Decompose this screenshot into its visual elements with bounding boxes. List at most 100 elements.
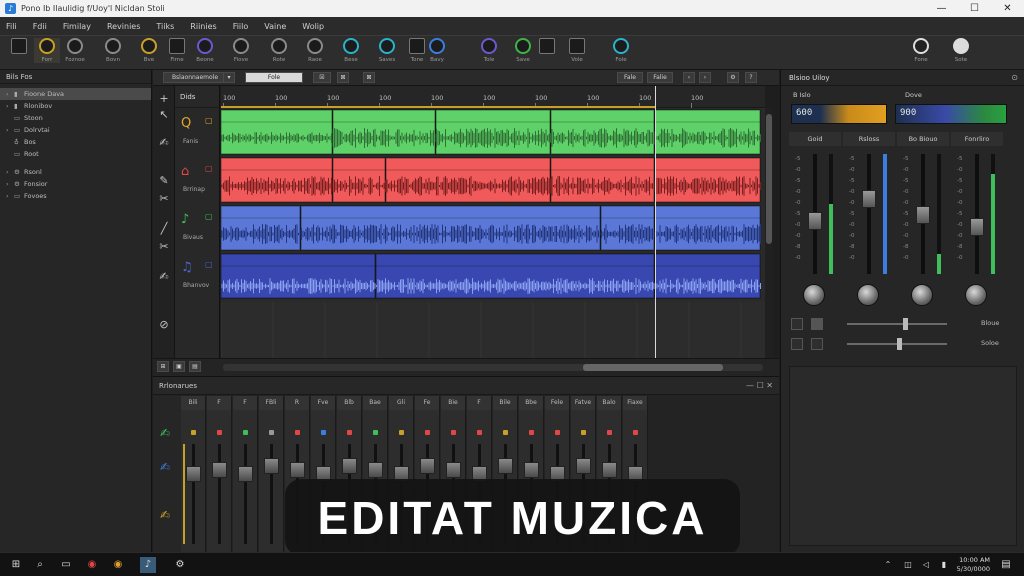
zoom-out-icon[interactable]: ‹ <box>683 72 695 83</box>
audio-region[interactable] <box>435 109 551 155</box>
track-header[interactable]: Q ▢ Fanis <box>175 108 220 156</box>
toolbar-knob-e-button[interactable]: Rote <box>266 38 292 63</box>
search-icon[interactable]: ⌕ <box>32 557 48 573</box>
fader-track[interactable] <box>192 444 195 544</box>
pan-knob[interactable] <box>803 284 825 306</box>
fader-cap[interactable] <box>524 462 539 478</box>
track-record-icon[interactable]: ▢ <box>205 212 213 221</box>
mixer-channel-led[interactable] <box>269 430 274 435</box>
fader-cap[interactable] <box>970 218 984 236</box>
line-tool-icon[interactable]: ╱ <box>157 222 171 235</box>
fader-cap[interactable] <box>368 462 383 478</box>
menu-item-7[interactable]: Fiilo <box>233 22 249 31</box>
fader-track[interactable] <box>244 444 247 544</box>
start-icon[interactable]: ⊞ <box>8 557 24 573</box>
fader-cap[interactable] <box>264 458 279 474</box>
toolbar-knob-g-button[interactable]: Bese <box>338 38 364 63</box>
pointer-icon[interactable]: ↖ <box>157 108 171 121</box>
mixer-window-controls[interactable]: — ☐ ✕ <box>746 381 773 390</box>
loop-icon[interactable]: ⊠ <box>337 72 349 83</box>
split-tool-icon[interactable]: ✂ <box>157 192 171 205</box>
toolbar-knob-j-button[interactable]: Tole <box>476 38 502 63</box>
fader-cap[interactable] <box>290 462 305 478</box>
headphones-button[interactable]: Fone <box>908 38 934 63</box>
zoom-in-icon[interactable]: › <box>699 72 711 83</box>
expand-arrow-icon[interactable]: › <box>6 178 14 190</box>
snap-icon[interactable]: ☒ <box>313 72 331 83</box>
mixer-channel-led[interactable] <box>347 430 352 435</box>
minimize-button[interactable]: — <box>925 0 958 17</box>
settings-taskbar-icon[interactable]: ⚙ <box>172 557 188 573</box>
fader-cap[interactable] <box>916 206 930 224</box>
automation-icon[interactable]: ▤ <box>189 361 201 372</box>
send-b-thumb[interactable] <box>897 338 902 350</box>
toolbar-knob-h-button[interactable]: Saves <box>374 38 400 63</box>
track-header[interactable]: ♪ ▢ Bivaus <box>175 204 220 252</box>
browser-item[interactable]: › ⚙ Rsonl <box>0 166 151 178</box>
fader-cap[interactable] <box>498 458 513 474</box>
toolbar-knob-b-button[interactable]: Bve <box>136 38 162 63</box>
toolbar-curve-tool-button[interactable]: Foznoe <box>62 38 88 63</box>
network-icon[interactable]: ◫ <box>900 557 916 573</box>
toolbar-grid-tool-button[interactable]: Firne <box>164 38 190 63</box>
mixer-channel-led[interactable] <box>243 430 248 435</box>
expand-arrow-icon[interactable]: › <box>6 124 14 136</box>
expand-arrow-icon[interactable]: › <box>6 100 14 112</box>
mixer-channel-led[interactable] <box>555 430 560 435</box>
browser-item[interactable]: ▭ Root <box>0 148 151 160</box>
track-record-icon[interactable]: ▢ <box>205 260 213 269</box>
pan-knob[interactable] <box>965 284 987 306</box>
fader-cap[interactable] <box>576 458 591 474</box>
folder-icon[interactable]: ▣ <box>173 361 185 372</box>
maximize-button[interactable]: ☐ <box>958 0 991 17</box>
arrange-timeline[interactable]: 100 100 100 100 100 100 100 100 100 100 <box>221 86 765 358</box>
preset-dropdown-arrow[interactable]: ▾ <box>223 72 235 83</box>
browser-icon[interactable]: ◉ <box>84 557 100 573</box>
mixer-channel-led[interactable] <box>399 430 404 435</box>
fader-track[interactable] <box>218 444 221 544</box>
audio-region[interactable] <box>385 157 551 203</box>
horizontal-scrollbar[interactable] <box>223 364 763 371</box>
fader-track[interactable] <box>975 154 979 274</box>
help-icon[interactable]: ? <box>745 72 757 83</box>
send-a-mute[interactable] <box>811 318 823 330</box>
mute-tool-icon[interactable]: ⊘ <box>157 318 171 331</box>
browser-item[interactable]: ▭ Stoon <box>0 112 151 124</box>
menu-view[interactable]: Vaine <box>264 22 286 31</box>
notifications-icon[interactable]: ▤ <box>998 557 1014 573</box>
add-track-icon[interactable]: ⊞ <box>157 361 169 372</box>
mixer-channel-led[interactable] <box>529 430 534 435</box>
browser-item[interactable]: › ▭ Fovoes <box>0 190 151 202</box>
vertical-scroll-thumb[interactable] <box>766 114 772 244</box>
send-b-mute[interactable] <box>811 338 823 350</box>
arrange-option-b[interactable]: Falie <box>647 72 673 83</box>
menu-item-5[interactable]: Tiiks <box>156 22 174 31</box>
grid-icon[interactable]: ⊠ <box>363 72 375 83</box>
mixer-channel-led[interactable] <box>191 430 196 435</box>
audio-region[interactable] <box>375 253 655 299</box>
audio-region[interactable] <box>221 109 333 155</box>
glue-tool-icon[interactable]: ✍ <box>157 270 171 283</box>
cut-tool-icon[interactable]: ✂ <box>157 240 171 253</box>
browser-item[interactable]: › ▮ Fioone Dava <box>0 88 151 100</box>
send-a-rail[interactable] <box>847 323 947 325</box>
menu-item-3[interactable]: Fimilay <box>63 22 91 31</box>
toolbar-lines-tool-button[interactable] <box>6 38 32 57</box>
mixer-send-icon[interactable]: ✍ <box>160 460 170 474</box>
chrome-icon[interactable]: ◉ <box>110 557 126 573</box>
mixer-channel-led[interactable] <box>217 430 222 435</box>
expand-arrow-icon[interactable]: › <box>6 88 14 100</box>
inspector-close-icon[interactable]: ⊙ <box>1011 73 1018 82</box>
browser-item[interactable]: › ▭ Dolrvtai <box>0 124 151 136</box>
toolbar-pencil-tool-button[interactable]: Forr <box>34 38 60 63</box>
export-button[interactable]: Sote <box>948 38 974 63</box>
battery-icon[interactable]: ▮ <box>936 557 952 573</box>
arrange-option-a[interactable]: Fale <box>617 72 643 83</box>
pan-knob[interactable] <box>857 284 879 306</box>
toolbar-knob-d-button[interactable]: Fiove <box>228 38 254 63</box>
mixer-channel-led[interactable] <box>425 430 430 435</box>
toolbar-knob-k-button[interactable]: Save <box>510 38 536 63</box>
daw-taskbar-icon[interactable]: ♪ <box>140 557 156 573</box>
vertical-scrollbar[interactable] <box>765 108 773 358</box>
mixer-eq-icon[interactable]: ✍ <box>160 508 170 522</box>
